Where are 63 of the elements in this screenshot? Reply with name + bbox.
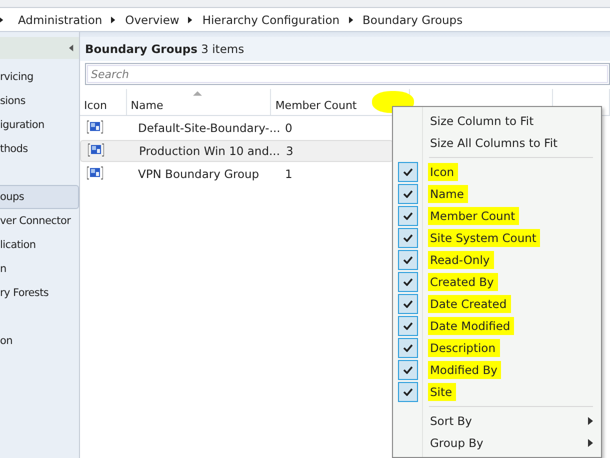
breadcrumb-arrow-icon — [0, 16, 4, 24]
column-header[interactable]: Name — [126, 89, 272, 115]
boundary-group-icon — [88, 142, 104, 156]
sort-ascending-icon — [192, 91, 202, 96]
breadcrumb-item[interactable]: Hierarchy Configuration — [202, 12, 340, 26]
sidebar-item[interactable]: on — [0, 329, 79, 353]
breadcrumb-arrow-icon — [188, 16, 194, 24]
menu-item[interactable]: Date Created — [395, 293, 599, 315]
menu-item[interactable]: Name — [395, 183, 599, 205]
breadcrumb-arrow-icon — [111, 16, 116, 24]
menu-item[interactable]: Site — [395, 381, 599, 403]
menu-item[interactable]: Description — [395, 337, 599, 359]
breadcrumb-item[interactable]: Boundary Groups — [362, 12, 463, 26]
sidebar-item[interactable]: sions — [0, 89, 79, 113]
menu-item[interactable]: Size All Columns to Fit — [395, 132, 599, 154]
menu-item[interactable]: Date Modified — [395, 315, 599, 337]
menu-item-label: Description — [428, 339, 500, 357]
search-field[interactable]: Search — [85, 63, 610, 85]
menu-item[interactable]: Created By — [395, 271, 599, 293]
breadcrumb-item[interactable]: Overview — [125, 12, 180, 26]
sidebar-item[interactable]: n — [0, 257, 79, 281]
table-row[interactable]: Default-Site-Boundary-... 0 — [80, 117, 393, 139]
menu-item[interactable]: Icon — [395, 161, 599, 183]
list-title: Boundary Groups 3 items — [85, 42, 244, 56]
collapse-icon[interactable] — [69, 44, 74, 52]
menu-item[interactable]: Sort By — [395, 410, 599, 432]
sidebar-item[interactable]: oups — [0, 185, 79, 209]
table-cell-text: Production Win 10 and... — [138, 144, 281, 158]
sidebar-item[interactable]: rvicing — [0, 65, 79, 89]
sidebar-item[interactable]: iguration — [0, 113, 79, 137]
menu-item[interactable]: Read-Only — [395, 249, 599, 271]
menu-item-label: Created By — [428, 273, 498, 291]
menu-item[interactable]: Group By — [395, 432, 599, 454]
menu-item-label: Date Created — [428, 295, 511, 313]
menu-item-label: Modified By — [428, 361, 502, 379]
table-row[interactable]: Production Win 10 and... 3 — [80, 140, 393, 162]
table-cell-text: VPN Boundary Group — [137, 167, 260, 181]
sidebar-item[interactable]: ver Connector — [0, 209, 79, 233]
breadcrumb-item[interactable]: Administration — [18, 12, 102, 26]
menu-item-label: Date Modified — [428, 317, 514, 335]
menu-item[interactable]: Modified By — [395, 359, 599, 381]
menu-item-label: Name — [428, 185, 468, 203]
boundary-group-icon — [87, 166, 103, 180]
table-cell-text: 3 — [285, 144, 294, 158]
sidebar-item[interactable]: ry Forests — [0, 281, 79, 305]
column-header[interactable]: Icon — [80, 89, 127, 115]
submenu-arrow-icon — [588, 417, 593, 425]
boundary-group-icon — [87, 120, 103, 134]
menu-item-label: Read-Only — [428, 251, 494, 269]
menu-item-label: Site — [428, 383, 456, 401]
table-cell-text: Default-Site-Boundary-... — [137, 121, 281, 135]
menu-item[interactable]: Member Count — [395, 205, 599, 227]
menu-item-label: Member Count — [428, 207, 520, 225]
menu-item[interactable]: Site System Count — [395, 227, 599, 249]
sidebar-item[interactable]: thods — [0, 137, 79, 161]
menu-item-label: Site System Count — [428, 229, 540, 247]
table-row[interactable]: VPN Boundary Group 1 — [80, 163, 393, 185]
table-cell-text: 1 — [284, 167, 294, 181]
submenu-arrow-icon — [588, 439, 593, 447]
sidebar-item[interactable]: lication — [0, 233, 79, 257]
menu-item-label: Icon — [428, 163, 458, 181]
breadcrumb-arrow-icon — [348, 16, 354, 24]
table-cell-text: 0 — [284, 121, 294, 135]
